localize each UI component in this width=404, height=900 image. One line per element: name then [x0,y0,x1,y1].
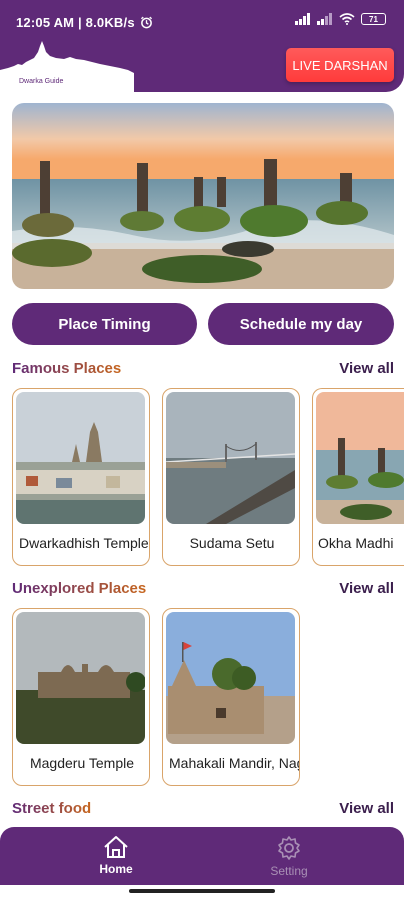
gesture-bar [129,889,275,893]
famous-view-all-link[interactable]: View all [339,360,394,377]
place-card-okha-madhi[interactable]: Okha Madhi [312,388,404,566]
street-food-title: Street food [12,800,92,817]
app-header: 12:05 AM | 8.0KB/s 71 Dwarka Guide LIVE … [0,0,404,92]
place-card-mahakali-mandir[interactable]: Mahakali Mandir, Nageshwar [162,608,300,786]
wifi-icon [339,13,355,25]
place-image [166,612,295,744]
bottom-navigation: Home Setting [0,827,404,885]
status-time-speed: 12:05 AM | 8.0KB/s [16,15,153,30]
status-bar: 12:05 AM | 8.0KB/s 71 [0,0,404,40]
alarm-icon [140,16,152,29]
place-image [16,612,145,744]
place-card-sudama-setu[interactable]: Sudama Setu [162,388,300,566]
app-logo: Dwarka Guide [0,40,140,92]
beach-pillars-illustration [12,103,394,289]
nav-setting[interactable]: Setting [249,835,329,878]
place-card-dwarkadhish[interactable]: Dwarkadhish Temple [12,388,150,566]
nav-home-label: Home [99,862,133,876]
place-label: Sudama Setu [189,535,275,551]
place-label: Magderu Temple [29,755,135,771]
battery-icon: 71 [361,13,386,25]
schedule-my-day-button[interactable]: Schedule my day [208,303,394,345]
unexplored-places-title: Unexplored Places [12,580,147,597]
nav-home[interactable]: Home [76,835,156,876]
place-image [316,392,404,524]
signal-icon [295,13,310,25]
street-food-view-all-link[interactable]: View all [339,800,394,817]
place-image [166,392,295,524]
live-darshan-button[interactable]: LIVE DARSHAN [286,48,394,82]
famous-places-title: Famous Places [12,360,122,377]
place-timing-button[interactable]: Place Timing [12,303,197,345]
logo-text: Dwarka Guide [19,78,64,85]
place-label: Dwarkadhish Temple [19,535,149,551]
place-label: Mahakali Mandir, Nageshwar [169,755,299,771]
home-icon [104,836,128,858]
place-card-magderu-temple[interactable]: Magderu Temple [12,608,150,786]
hero-image [12,103,394,289]
place-image [16,392,145,524]
status-icons: 71 [295,13,386,25]
status-text: 12:05 AM | 8.0KB/s [16,15,135,30]
place-label: Okha Madhi [318,535,394,551]
nav-setting-label: Setting [270,864,308,878]
signal-icon-2 [317,13,332,25]
gear-icon [278,836,300,860]
unexplored-view-all-link[interactable]: View all [339,580,394,597]
